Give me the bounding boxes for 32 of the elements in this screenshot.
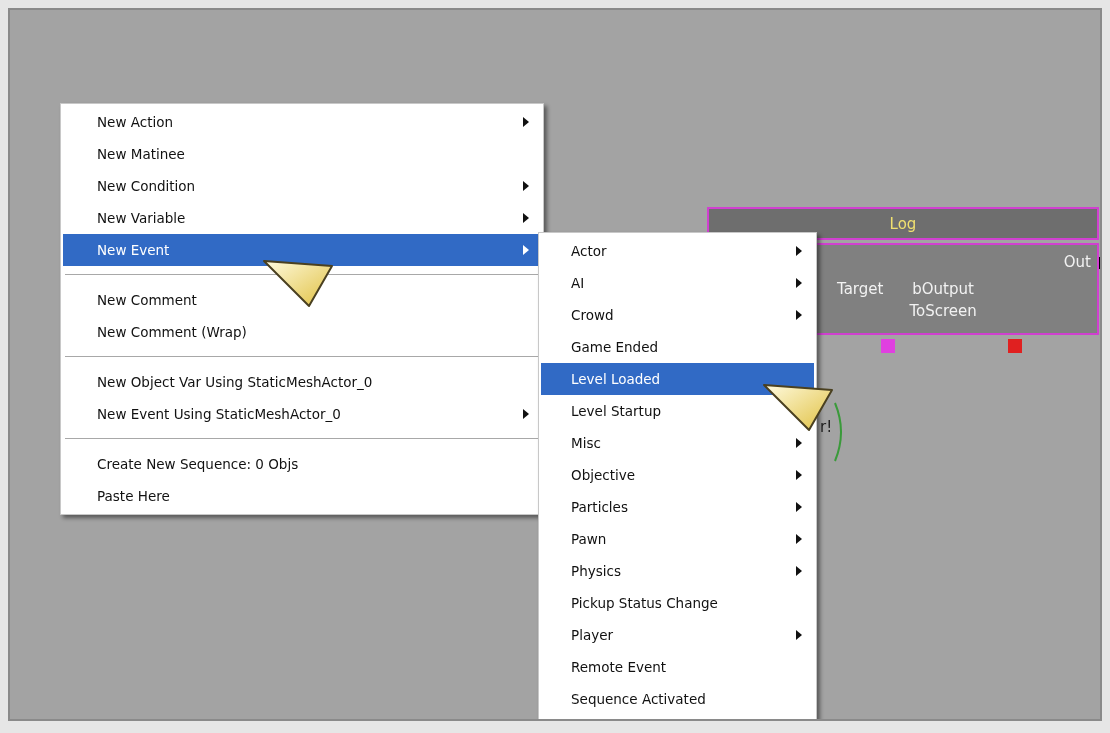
menu-item[interactable]: New Action [63, 106, 541, 138]
cursor-icon [262, 258, 334, 310]
input-label: Target [837, 279, 884, 300]
menu-item[interactable]: New Object Var Using StaticMeshActor_0 [63, 366, 541, 398]
menu-item[interactable]: Player [541, 619, 814, 651]
input-label: bOutput ToScreen [909, 279, 977, 322]
menu-item[interactable]: Sequence Activated [541, 683, 814, 715]
menu-item[interactable]: New Matinee [63, 138, 541, 170]
menu-item[interactable]: AI [541, 267, 814, 299]
menu-item[interactable]: New Condition [63, 170, 541, 202]
node-title: Log [707, 207, 1099, 240]
menu-item[interactable]: New Comment (Wrap) [63, 316, 541, 348]
menu-item[interactable]: New Comment [63, 284, 541, 316]
node-label: r! [820, 418, 833, 436]
menu-item[interactable]: New Event [63, 234, 541, 266]
menu-item[interactable]: Physics [541, 555, 814, 587]
output-label: Out [1063, 253, 1091, 271]
menu-item[interactable]: Level Loaded [541, 363, 814, 395]
cursor-icon [762, 382, 834, 434]
menu-item[interactable]: Pickup Status Change [541, 587, 814, 619]
menu-item[interactable]: New Event Using StaticMeshActor_0 [63, 398, 541, 430]
menu-item[interactable]: Misc [541, 427, 814, 459]
menu-item[interactable]: Game Ended [541, 331, 814, 363]
menu-item[interactable]: Pawn [541, 523, 814, 555]
menu-item[interactable]: Crowd [541, 299, 814, 331]
connection-curve [834, 402, 842, 462]
menu-item[interactable]: Particles [541, 491, 814, 523]
menu-item[interactable]: Create New Sequence: 0 Objs [63, 448, 541, 480]
menu-item[interactable]: Paste Here [63, 480, 541, 512]
menu-item[interactable]: New Variable [63, 202, 541, 234]
menu-item[interactable]: Objective [541, 459, 814, 491]
menu-item[interactable]: Remote Event [541, 651, 814, 683]
